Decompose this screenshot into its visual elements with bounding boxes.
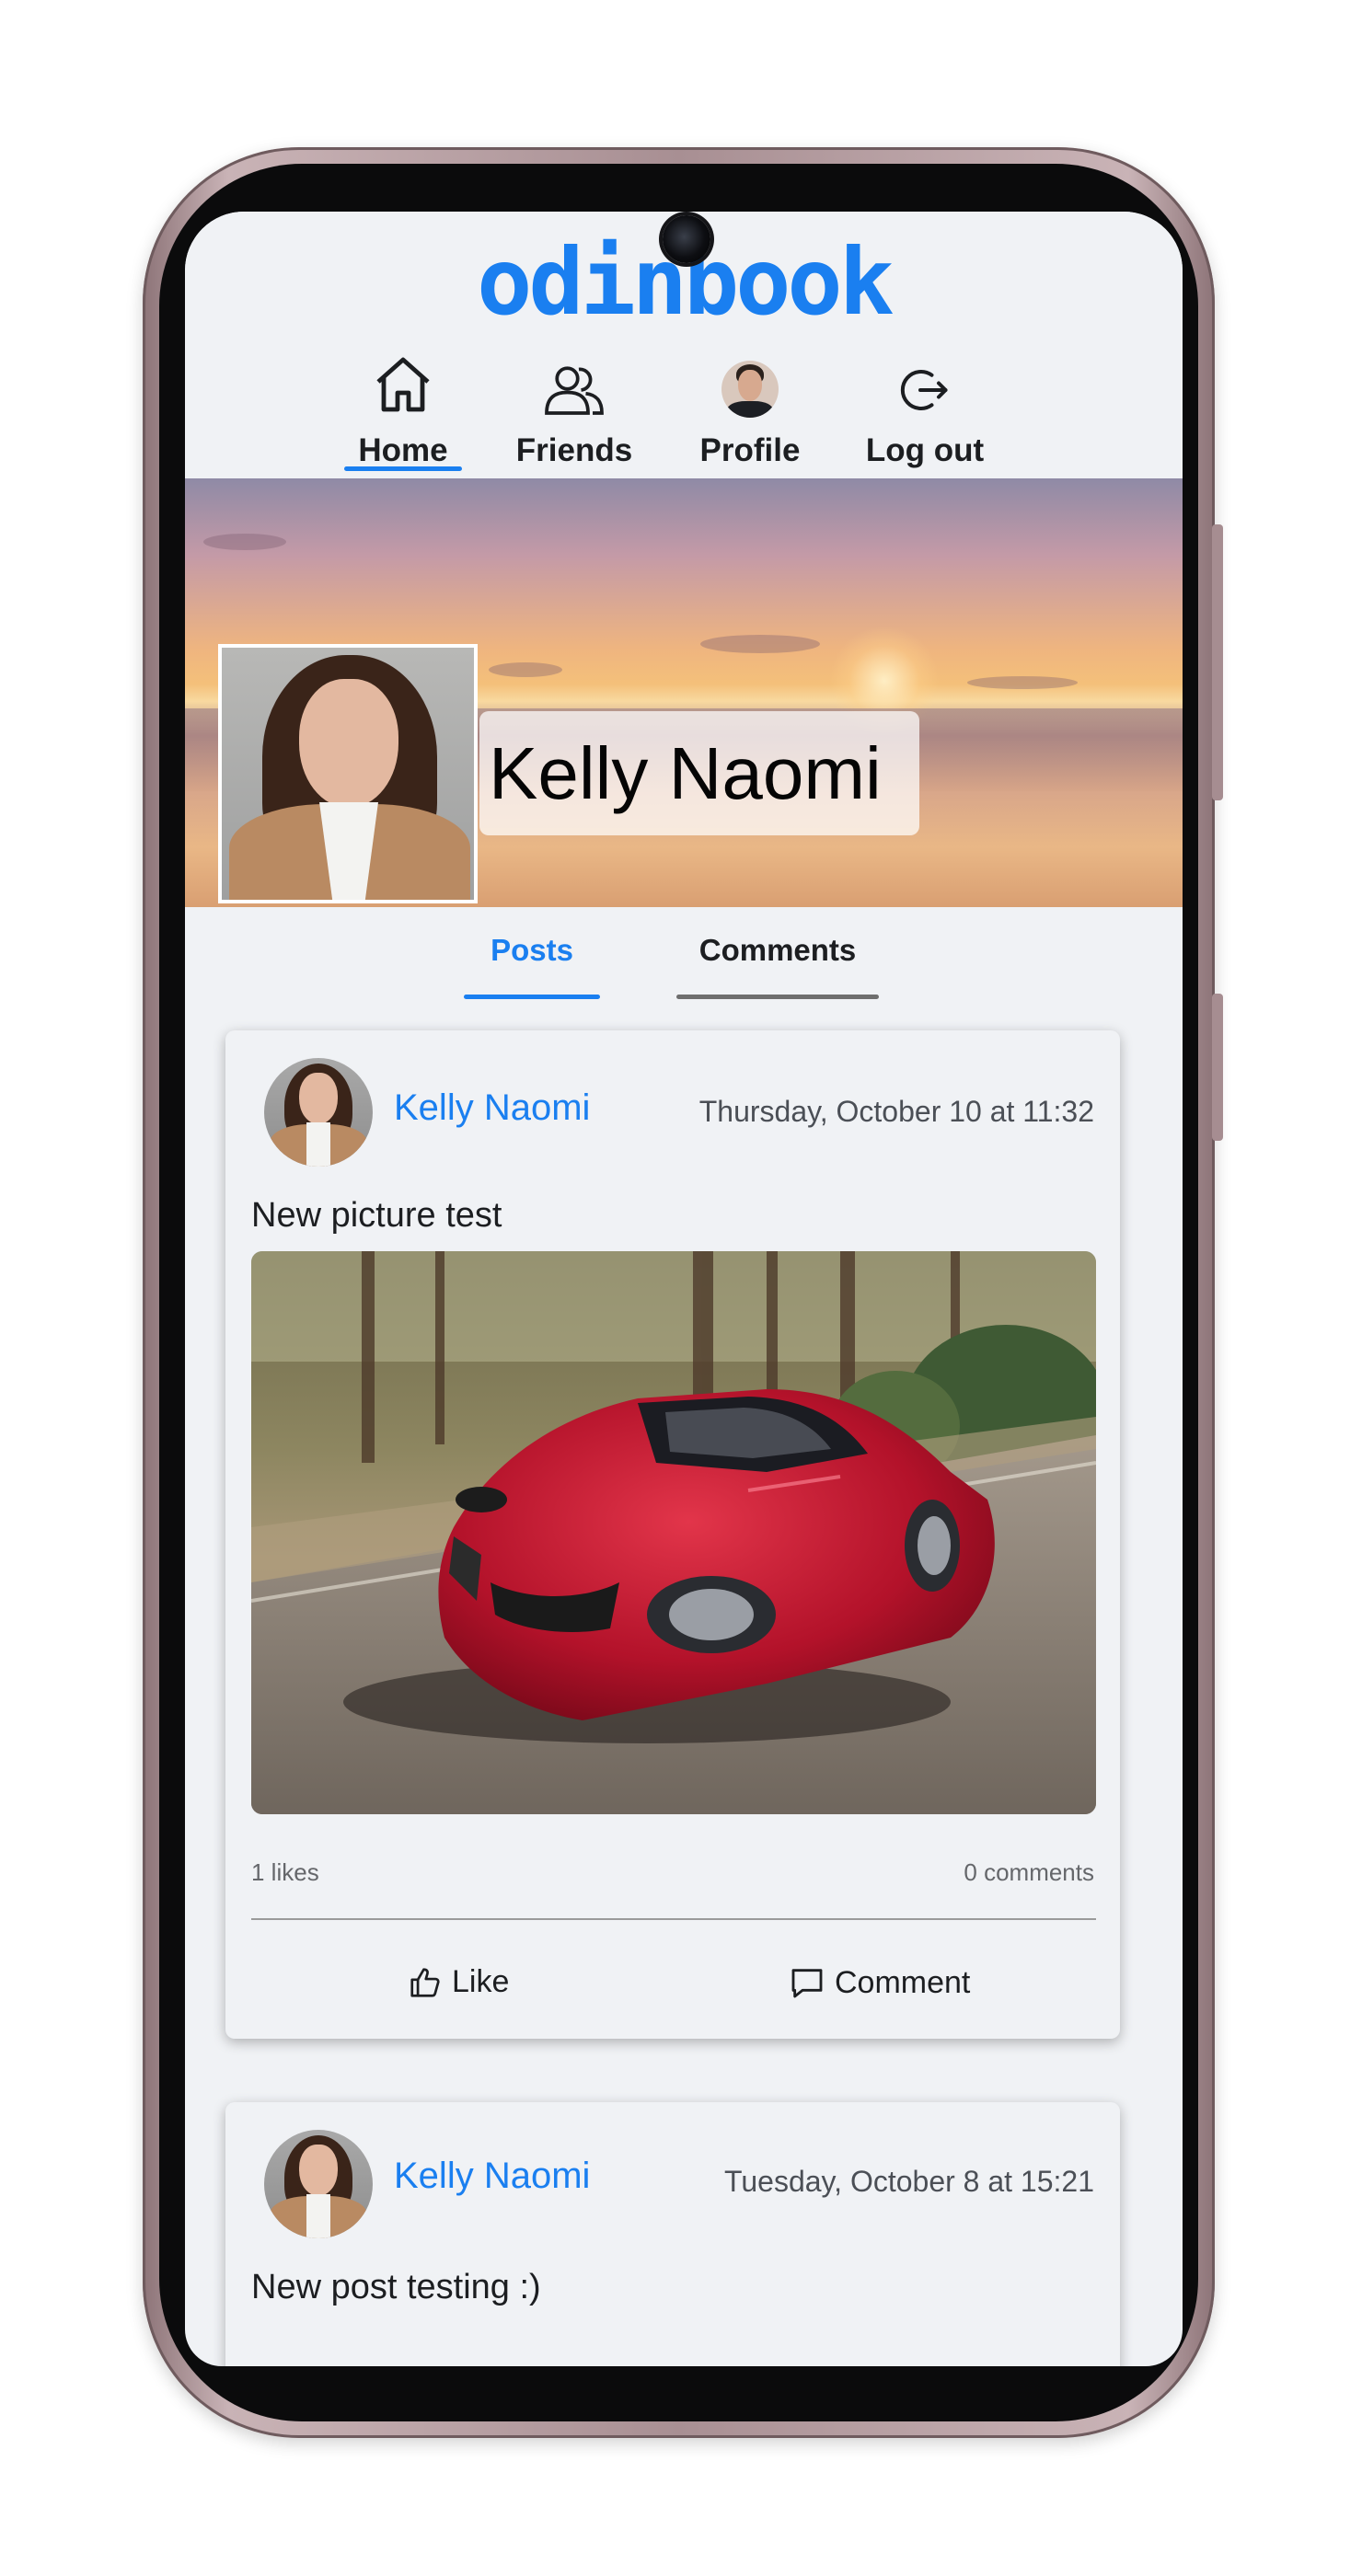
power-button	[1212, 994, 1223, 1141]
nav-friends-label: Friends	[515, 432, 633, 468]
post-author-avatar[interactable]	[264, 1058, 373, 1167]
volume-button	[1212, 524, 1223, 800]
cover-photo: Kelly Naomi	[185, 478, 1183, 907]
friends-icon	[545, 366, 604, 415]
profile-picture[interactable]	[218, 644, 478, 903]
screen: odinbook Home Friends Profile Log out Ke…	[185, 212, 1183, 2366]
post-author-name[interactable]: Kelly Naomi	[394, 1087, 590, 1129]
comment-label: Comment	[835, 1964, 971, 2000]
tab-posts-label: Posts	[491, 933, 573, 967]
post-card: Kelly Naomi Thursday, October 10 at 11:3…	[225, 1030, 1120, 2039]
phone-frame: odinbook Home Friends Profile Log out Ke…	[143, 147, 1223, 2438]
like-button[interactable]: Like	[408, 1964, 509, 2000]
tab-posts-indicator	[464, 995, 600, 999]
cover-cloud	[203, 534, 286, 550]
thumbs-up-icon	[410, 1967, 440, 1997]
cover-cloud	[700, 635, 820, 653]
post-text: New picture test	[251, 1196, 502, 1235]
logout-icon	[900, 370, 948, 410]
profile-tabs: Posts Comments	[185, 907, 1183, 1008]
post-divider	[251, 1918, 1096, 1920]
post-author-avatar[interactable]	[264, 2130, 373, 2238]
post-image[interactable]	[251, 1251, 1096, 1814]
tab-comments[interactable]: Comments	[676, 907, 879, 999]
post-likes-count[interactable]: 1 likes	[251, 1858, 319, 1886]
avatar	[721, 361, 779, 418]
nav-logout-label: Log out	[865, 432, 985, 468]
car-photo	[251, 1251, 1096, 1814]
comment-button[interactable]: Comment	[789, 1964, 970, 2001]
nav-logout[interactable]: Log out	[851, 340, 998, 469]
post-date: Tuesday, October 8 at 15:21	[723, 2165, 1094, 2198]
post-date: Thursday, October 10 at 11:32	[698, 1095, 1094, 1128]
cover-cloud	[967, 676, 1078, 689]
nav-profile-label: Profile	[699, 432, 801, 468]
cover-cloud	[489, 662, 562, 677]
post-comments-count[interactable]: 0 comments	[964, 1858, 1094, 1887]
nav-active-indicator	[344, 466, 462, 471]
tab-comments-indicator	[676, 995, 879, 999]
comment-icon	[791, 1969, 823, 1998]
like-label: Like	[452, 1964, 510, 1999]
nav-profile[interactable]: Profile	[676, 340, 824, 469]
nav-home-label: Home	[358, 432, 448, 468]
main-nav: Home Friends Profile Log out	[185, 340, 1183, 478]
post-author-name[interactable]: Kelly Naomi	[394, 2156, 590, 2197]
camera-icon	[663, 215, 710, 263]
profile-name: Kelly Naomi	[489, 731, 882, 814]
tab-posts[interactable]: Posts	[464, 907, 600, 999]
post-stats: 1 likes 0 comments	[251, 1858, 1094, 1887]
post-text: New post testing :)	[251, 2268, 541, 2306]
home-icon	[376, 357, 430, 412]
nav-home[interactable]: Home	[329, 340, 477, 469]
tab-comments-label: Comments	[698, 933, 857, 967]
profile-name-box: Kelly Naomi	[479, 711, 919, 835]
post-card: Kelly Naomi Tuesday, October 8 at 15:21 …	[225, 2102, 1120, 2366]
nav-friends[interactable]: Friends	[501, 340, 648, 469]
